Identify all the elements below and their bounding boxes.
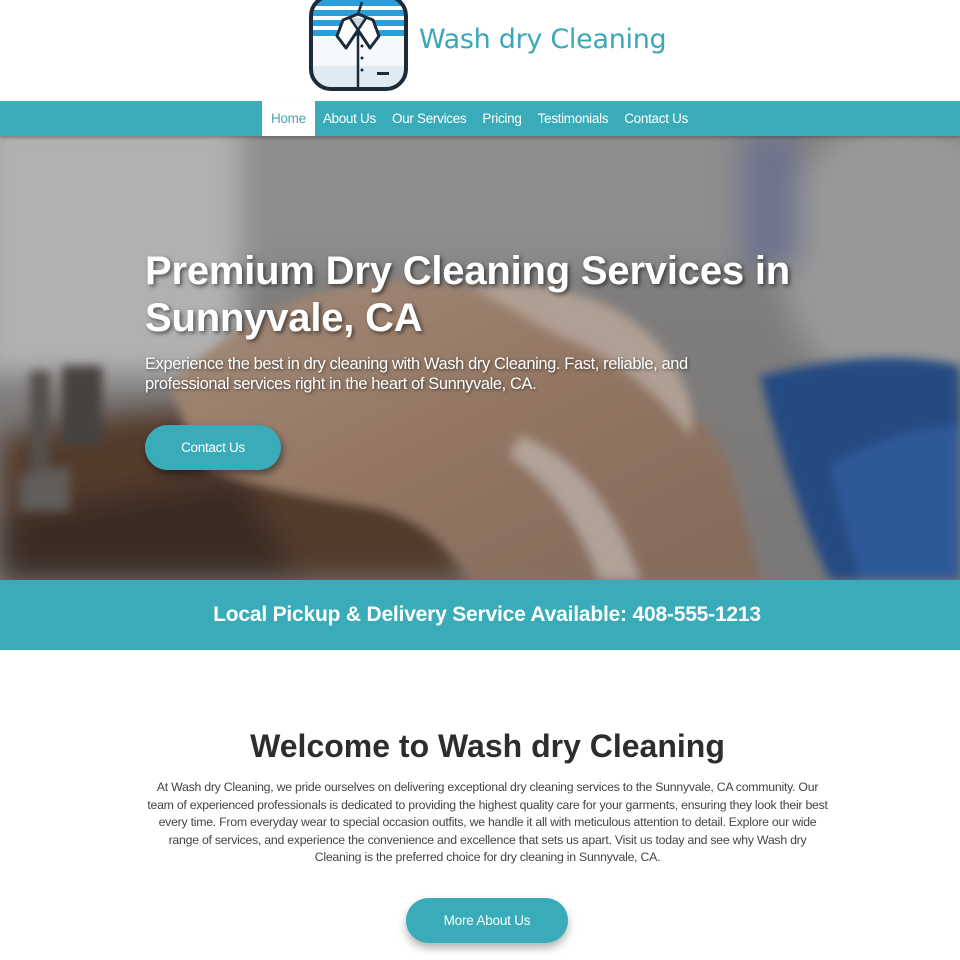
nav-item-contact-us[interactable]: Contact Us bbox=[616, 101, 696, 136]
pickup-delivery-banner: Local Pickup & Delivery Service Availabl… bbox=[0, 580, 960, 650]
more-about-us-button[interactable]: More About Us bbox=[406, 898, 568, 943]
hero-contact-button[interactable]: Contact Us bbox=[145, 425, 281, 470]
nav-item-our-services[interactable]: Our Services bbox=[384, 101, 474, 136]
site-header: Wash dry Cleaning bbox=[0, 0, 960, 101]
nav-item-home[interactable]: Home bbox=[262, 101, 315, 136]
shirt-logo-icon[interactable] bbox=[308, 0, 409, 93]
nav-item-about-us[interactable]: About Us bbox=[315, 101, 384, 136]
brand-name[interactable]: Wash dry Cleaning bbox=[419, 24, 667, 55]
hero-title: Premium Dry Cleaning Services in Sunnyva… bbox=[145, 249, 790, 340]
nav-item-testimonials[interactable]: Testimonials bbox=[530, 101, 617, 136]
pickup-delivery-text: Local Pickup & Delivery Service Availabl… bbox=[213, 603, 761, 626]
main-nav: Home About Us Our Services Pricing Testi… bbox=[0, 101, 960, 136]
nav-item-pricing[interactable]: Pricing bbox=[474, 101, 529, 136]
welcome-title: Welcome to Wash dry Cleaning bbox=[250, 728, 725, 764]
hero-section: Premium Dry Cleaning Services in Sunnyva… bbox=[0, 136, 960, 580]
welcome-body: At Wash dry Cleaning, we pride ourselves… bbox=[147, 780, 828, 865]
hero-subtitle: Experience the best in dry cleaning with… bbox=[145, 355, 688, 393]
